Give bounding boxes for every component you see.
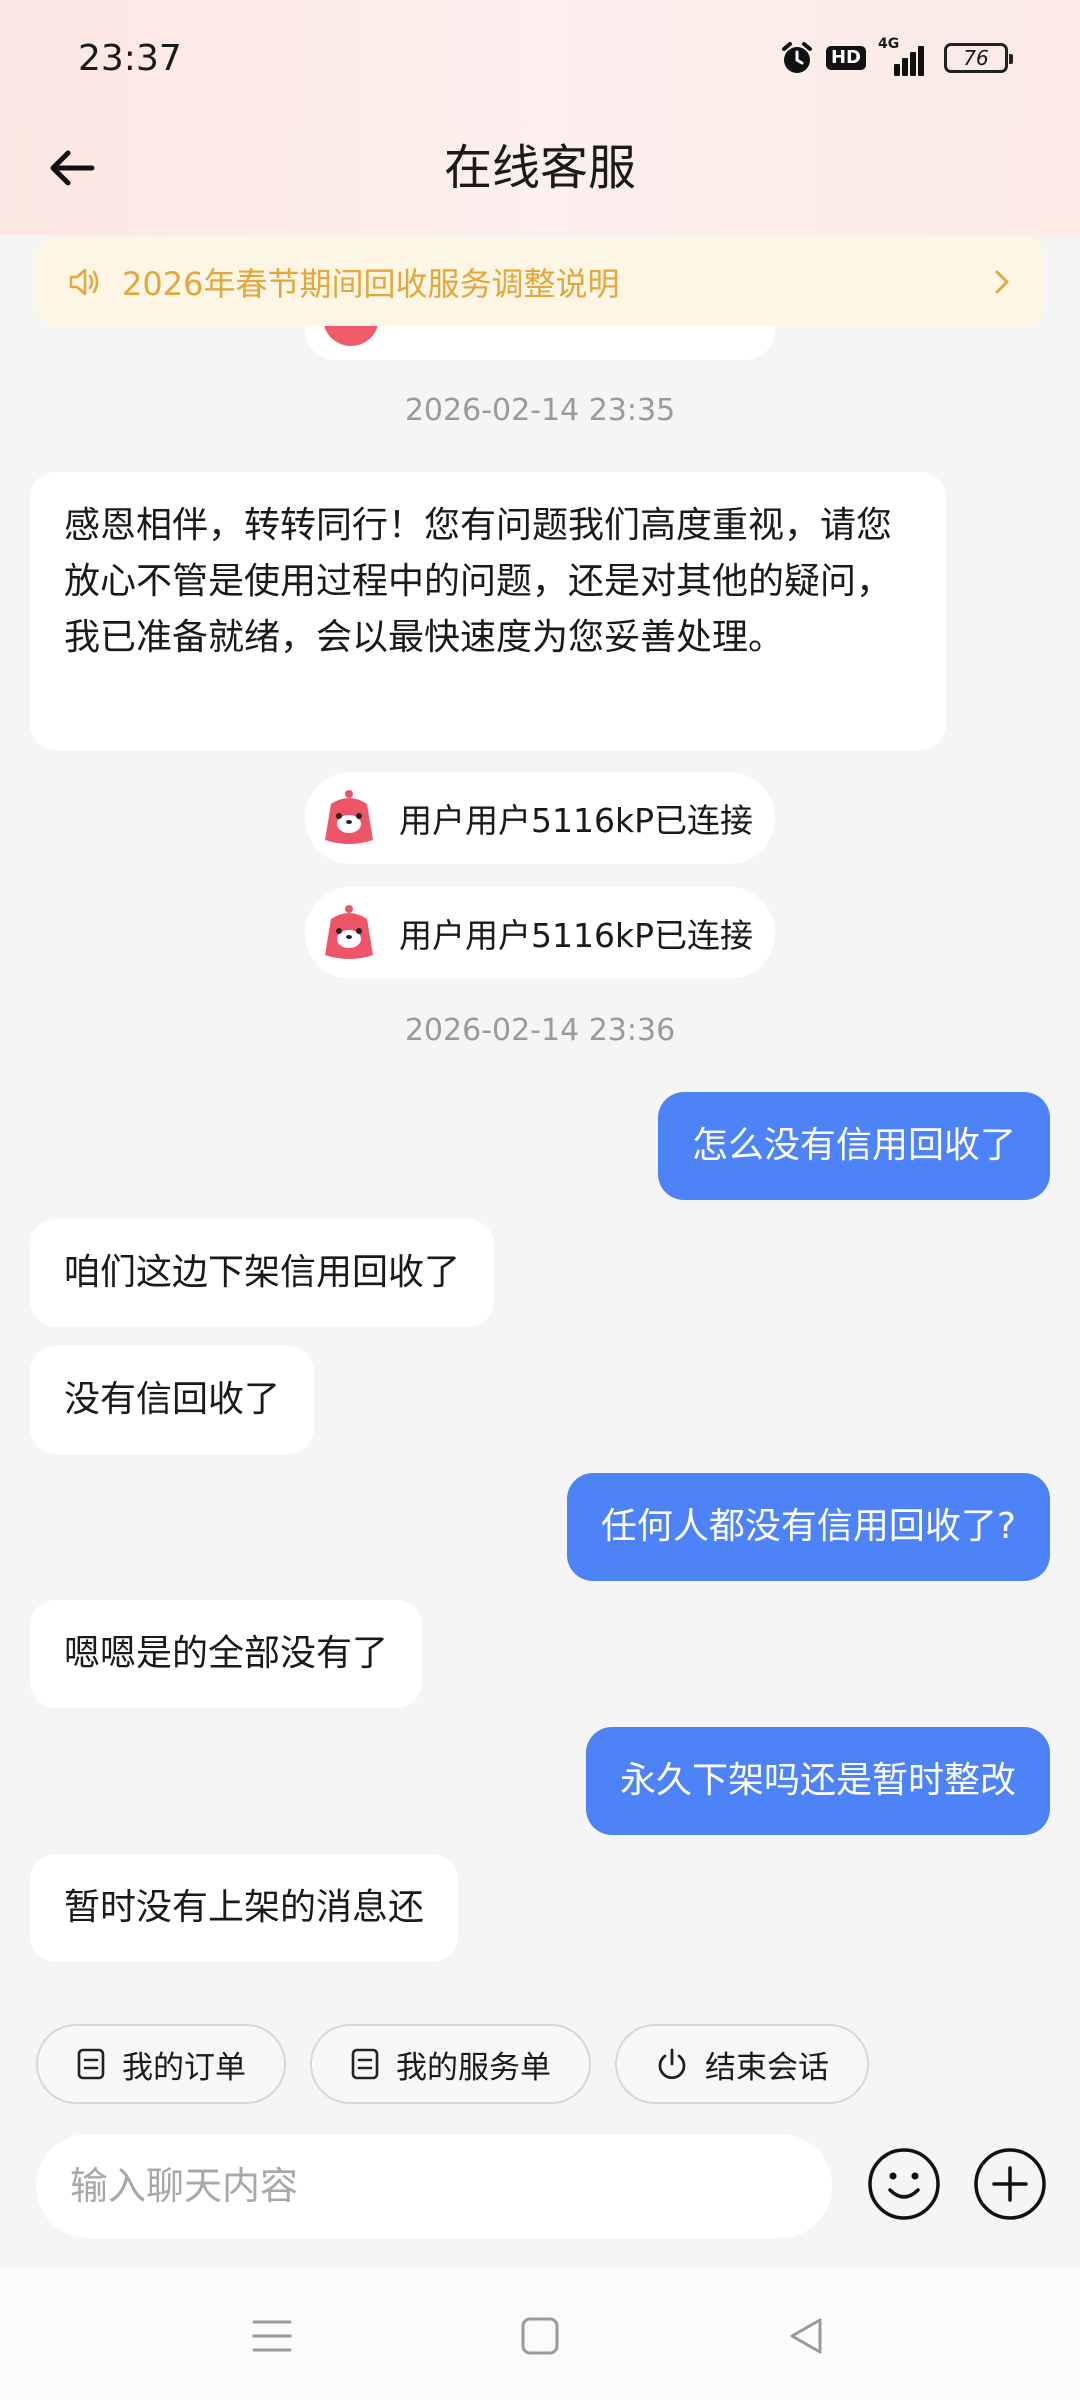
chat-timestamp: 2026-02-14 23:35	[404, 393, 676, 428]
system-message: 用户用户5116kP已连接	[305, 887, 775, 979]
agent-message: 咱们这边下架信用回收了	[30, 1219, 495, 1327]
status-icons: HD 4G 76	[780, 36, 1013, 76]
notice-text: 2026年春节期间回收服务调整说明	[122, 265, 620, 303]
bear-avatar	[325, 790, 373, 844]
my-orders-label: 我的订单	[122, 2049, 246, 2086]
chat-input[interactable]	[36, 2134, 832, 2238]
system-message-text: 用户用户5116kP已连接	[399, 801, 753, 840]
chevron-right-icon	[995, 270, 1009, 294]
chat-timestamp: 2026-02-14 23:36	[404, 1013, 676, 1048]
notice-banner[interactable]: 2026年春节期间回收服务调整说明	[36, 238, 1044, 326]
agent-message: 暂时没有上架的消息还	[30, 1854, 459, 1962]
system-message: 用户用户5116kP已连接	[305, 772, 775, 864]
end-session-button[interactable]: 结束会话	[615, 2024, 869, 2104]
home-icon[interactable]	[516, 2312, 564, 2360]
end-session-label: 结束会话	[705, 2049, 829, 2086]
system-navigation-bar	[0, 2268, 1080, 2400]
speaker-icon	[69, 268, 99, 296]
signal-strength-icon: 4G	[878, 36, 924, 76]
status-time: 23:37	[78, 38, 182, 79]
power-icon	[658, 2048, 686, 2080]
user-message: 怎么没有信用回收了	[657, 1092, 1050, 1200]
my-service-orders-label: 我的服务单	[396, 2049, 551, 2086]
battery-icon: 76	[944, 43, 1013, 73]
user-message: 永久下架吗还是暂时整改	[585, 1727, 1050, 1835]
my-service-orders-button[interactable]: 我的服务单	[310, 2024, 591, 2104]
bear-avatar	[325, 905, 373, 959]
hd-badge: HD	[825, 46, 866, 70]
battery-level: 76	[963, 46, 989, 70]
my-orders-button[interactable]: 我的订单	[36, 2024, 286, 2104]
agent-message: 嗯嗯是的全部没有了	[30, 1600, 423, 1708]
user-message: 任何人都没有信用回收了?	[566, 1473, 1050, 1581]
emoji-icon[interactable]	[866, 2146, 942, 2222]
agent-message: 感恩相伴，转转同行！您有问题我们高度重视，请您放心不管是使用过程中的问题，还是对…	[30, 472, 946, 750]
network-type: 4G	[878, 36, 900, 52]
page-title: 在线客服	[443, 140, 636, 196]
plus-icon[interactable]	[972, 2146, 1048, 2222]
agent-message: 没有信回收了	[30, 1346, 315, 1454]
menu-icon[interactable]	[248, 2312, 296, 2360]
document-icon	[351, 2048, 379, 2080]
composer	[36, 2134, 1046, 2238]
status-bar: 23:37 HD 4G 76	[0, 0, 1080, 120]
alarm-clock-icon	[781, 42, 812, 73]
system-message-text: 用户用户5116kP已连接	[399, 916, 753, 955]
back-triangle-icon[interactable]	[782, 2312, 830, 2360]
document-icon	[77, 2048, 105, 2080]
quick-actions: 我的订单 我的服务单 结束会话	[36, 2024, 869, 2104]
